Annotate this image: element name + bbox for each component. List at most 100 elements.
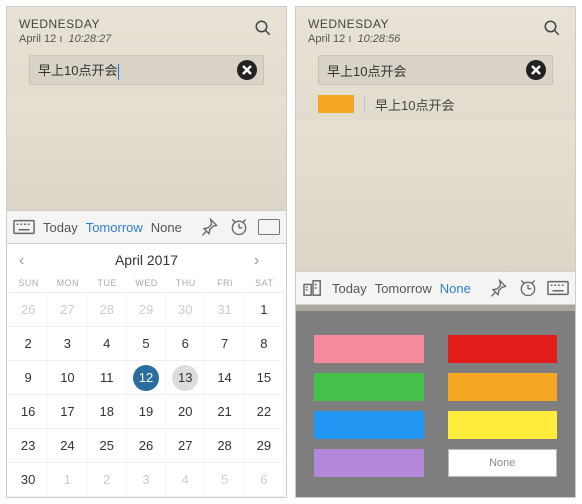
calendar-day[interactable]: 4 <box>166 463 205 497</box>
divider <box>364 95 365 113</box>
day-label: WEDNESDAY <box>308 17 563 31</box>
calendar-day[interactable]: 1 <box>245 293 284 327</box>
calendar-day[interactable]: 11 <box>88 361 127 395</box>
calendar-day[interactable]: 26 <box>127 429 166 463</box>
calendar-day[interactable]: 4 <box>88 327 127 361</box>
note-body-area[interactable] <box>7 95 286 210</box>
calendar-day[interactable]: 30 <box>166 293 205 327</box>
calendar-day[interactable]: 27 <box>166 429 205 463</box>
calendar-dow: SUN <box>9 274 48 293</box>
calendar-day[interactable]: 6 <box>166 327 205 361</box>
phone-left: WEDNESDAY April 12 ı 10:28:27 早上10点开会 To… <box>6 6 287 498</box>
calendar-day[interactable]: 10 <box>48 361 87 395</box>
header-area: WEDNESDAY April 12 ı 10:28:27 早上10点开会 <box>7 7 286 95</box>
calendar-day[interactable]: 18 <box>88 395 127 429</box>
pin-icon[interactable] <box>198 216 220 238</box>
calendar-dow: TUE <box>88 274 127 293</box>
calendar-day[interactable]: 13 <box>166 361 205 395</box>
keyboard-icon[interactable] <box>547 277 569 299</box>
calendar-day[interactable]: 28 <box>88 293 127 327</box>
prev-month-button[interactable]: ‹ <box>19 252 39 272</box>
date-time: April 12 ı 10:28:27 <box>19 33 274 45</box>
toolbar: Today Tomorrow None <box>296 271 575 305</box>
calendar-day[interactable]: 29 <box>245 429 284 463</box>
calendar-day[interactable]: 31 <box>205 293 244 327</box>
parsed-result-row[interactable]: 早上10点开会 <box>318 91 553 117</box>
calendar-day[interactable]: 15 <box>245 361 284 395</box>
note-input[interactable]: 早上10点开会 <box>318 55 553 85</box>
calendar-day[interactable]: 5 <box>127 327 166 361</box>
calendar-day[interactable]: 26 <box>9 293 48 327</box>
color-swatch-none[interactable]: None <box>448 449 558 477</box>
calendar-day[interactable]: 28 <box>205 429 244 463</box>
result-color-swatch <box>318 95 354 113</box>
note-input-text: 早上10点开会 <box>327 61 526 80</box>
color-picker-panel: None <box>296 311 575 497</box>
calendar: ‹ April 2017 › SUNMONTUEWEDTHUFRISAT 262… <box>7 244 286 497</box>
calendar-day[interactable]: 30 <box>9 463 48 497</box>
calendar-day[interactable]: 9 <box>9 361 48 395</box>
time-text: 10:28:56 <box>357 33 400 45</box>
none-button[interactable]: None <box>151 220 182 235</box>
clear-input-button[interactable] <box>237 60 257 80</box>
calendar-day[interactable]: 1 <box>48 463 87 497</box>
alarm-icon[interactable] <box>228 216 250 238</box>
calendar-day[interactable]: 2 <box>9 327 48 361</box>
calendar-day[interactable]: 14 <box>205 361 244 395</box>
search-icon[interactable] <box>254 19 272 37</box>
pin-icon[interactable] <box>487 277 509 299</box>
calendar-day[interactable]: 8 <box>245 327 284 361</box>
search-icon[interactable] <box>543 19 561 37</box>
color-swatch[interactable] <box>448 411 558 439</box>
calendar-dow: THU <box>166 274 205 293</box>
tomorrow-button[interactable]: Tomorrow <box>375 281 432 296</box>
calendar-dow: MON <box>48 274 87 293</box>
color-swatch[interactable] <box>314 449 424 477</box>
calendar-day[interactable]: 23 <box>9 429 48 463</box>
calendar-day[interactable]: 2 <box>88 463 127 497</box>
color-swatch[interactable] <box>448 335 558 363</box>
phone-right: WEDNESDAY April 12 ı 10:28:56 早上10点开会 早上… <box>295 6 576 498</box>
color-swatch[interactable] <box>314 373 424 401</box>
calendar-day[interactable]: 6 <box>245 463 284 497</box>
calendar-day[interactable]: 19 <box>127 395 166 429</box>
calendar-day[interactable]: 3 <box>127 463 166 497</box>
calendar-day[interactable]: 5 <box>205 463 244 497</box>
calendar-day[interactable]: 25 <box>88 429 127 463</box>
alarm-icon[interactable] <box>517 277 539 299</box>
calendar-dow: SAT <box>245 274 284 293</box>
calendar-day[interactable]: 20 <box>166 395 205 429</box>
calendar-day[interactable]: 16 <box>9 395 48 429</box>
color-swatch[interactable] <box>314 335 424 363</box>
calendar-day[interactable]: 17 <box>48 395 87 429</box>
note-body-area[interactable] <box>296 121 575 271</box>
color-swatch[interactable] <box>448 373 558 401</box>
none-button[interactable]: None <box>440 281 471 296</box>
calendar-title: April 2017 <box>115 252 178 268</box>
today-button[interactable]: Today <box>43 220 78 235</box>
next-month-button[interactable]: › <box>254 252 274 272</box>
building-icon[interactable] <box>302 277 324 299</box>
tag-color-button[interactable] <box>258 219 280 235</box>
calendar-day[interactable]: 27 <box>48 293 87 327</box>
calendar-dow: FRI <box>205 274 244 293</box>
note-input[interactable]: 早上10点开会 <box>29 55 264 85</box>
keyboard-icon[interactable] <box>13 216 35 238</box>
clear-input-button[interactable] <box>526 60 546 80</box>
date-time: April 12 ı 10:28:56 <box>308 33 563 45</box>
date-text: April 12 <box>308 33 345 45</box>
calendar-day[interactable]: 24 <box>48 429 87 463</box>
tomorrow-button[interactable]: Tomorrow <box>86 220 143 235</box>
color-swatch[interactable] <box>314 411 424 439</box>
today-button[interactable]: Today <box>332 281 367 296</box>
calendar-day[interactable]: 29 <box>127 293 166 327</box>
calendar-day[interactable]: 7 <box>205 327 244 361</box>
calendar-day[interactable]: 12 <box>127 361 166 395</box>
calendar-dow: WED <box>127 274 166 293</box>
toolbar: Today Tomorrow None <box>7 210 286 244</box>
calendar-day[interactable]: 3 <box>48 327 87 361</box>
calendar-day[interactable]: 21 <box>205 395 244 429</box>
result-text: 早上10点开会 <box>375 95 454 114</box>
note-input-text: 早上10点开会 <box>38 60 237 80</box>
calendar-day[interactable]: 22 <box>245 395 284 429</box>
